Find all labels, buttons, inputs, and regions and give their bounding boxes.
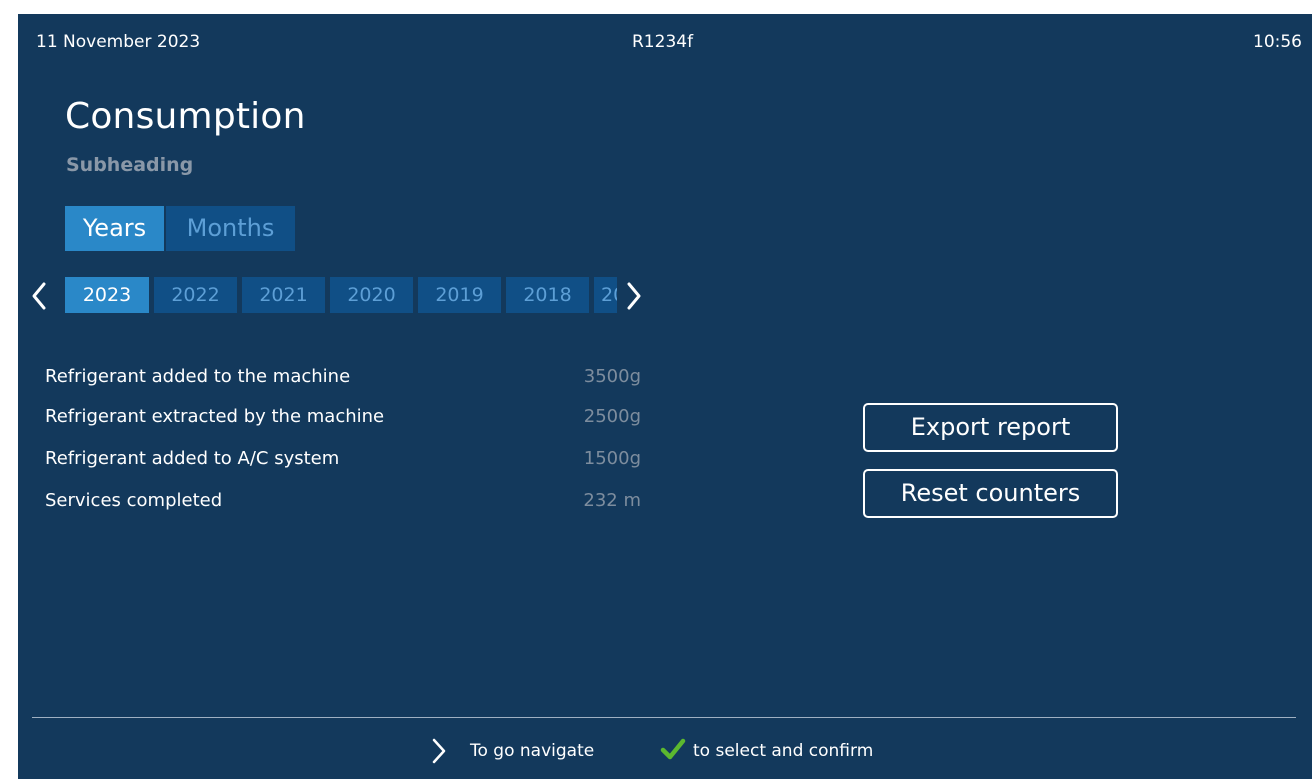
year-item-2019[interactable]: 2019 — [418, 277, 501, 313]
year-item-2018[interactable]: 2018 — [506, 277, 589, 313]
consumption-screen: 11 November 2023 R1234f 10:56 Consumptio… — [18, 14, 1312, 779]
stat-value-extracted-by-machine: 2500g — [583, 406, 641, 427]
navigate-hint: To go navigate — [470, 741, 595, 761]
year-item-2020[interactable]: 2020 — [330, 277, 413, 313]
page-subheading: Subheading — [66, 154, 194, 176]
export-report-button[interactable]: Export report — [863, 403, 1118, 452]
footer-divider — [32, 717, 1296, 718]
status-time: 10:56 — [1253, 32, 1302, 52]
stat-label-extracted-by-machine: Refrigerant extracted by the machine — [45, 406, 385, 427]
previous-years-button[interactable] — [27, 278, 51, 314]
page-title: Consumption — [65, 96, 306, 137]
stat-value-services-completed: 232 m — [583, 490, 641, 511]
stat-value-added-to-machine: 3500g — [583, 366, 641, 387]
status-date: 11 November 2023 — [36, 32, 201, 52]
refrigerant-type: R1234f — [632, 32, 694, 52]
status-bar: 11 November 2023 R1234f 10:56 — [18, 14, 1312, 74]
year-item-2023[interactable]: 2023 — [65, 277, 149, 313]
year-item-2021[interactable]: 2021 — [242, 277, 325, 313]
stat-label-added-to-ac-system: Refrigerant added to A/C system — [45, 448, 340, 469]
checkmark-icon — [660, 738, 686, 760]
year-item-2017[interactable]: 2017 — [594, 277, 617, 313]
stat-label-added-to-machine: Refrigerant added to the machine — [45, 366, 351, 387]
year-item-2022[interactable]: 2022 — [154, 277, 237, 313]
chevron-left-icon — [32, 282, 46, 310]
confirm-hint: to select and confirm — [693, 741, 874, 761]
chevron-right-icon — [432, 738, 446, 764]
chevron-right-icon — [627, 282, 641, 310]
year-selector: 2023 2022 2021 2020 2019 2018 2017 — [65, 277, 617, 313]
reset-counters-button[interactable]: Reset counters — [863, 469, 1118, 518]
stat-value-added-to-ac-system: 1500g — [583, 448, 641, 469]
tab-years[interactable]: Years — [65, 206, 164, 251]
stat-label-services-completed: Services completed — [45, 490, 223, 511]
next-years-button[interactable] — [622, 278, 646, 314]
tab-months[interactable]: Months — [166, 206, 295, 251]
